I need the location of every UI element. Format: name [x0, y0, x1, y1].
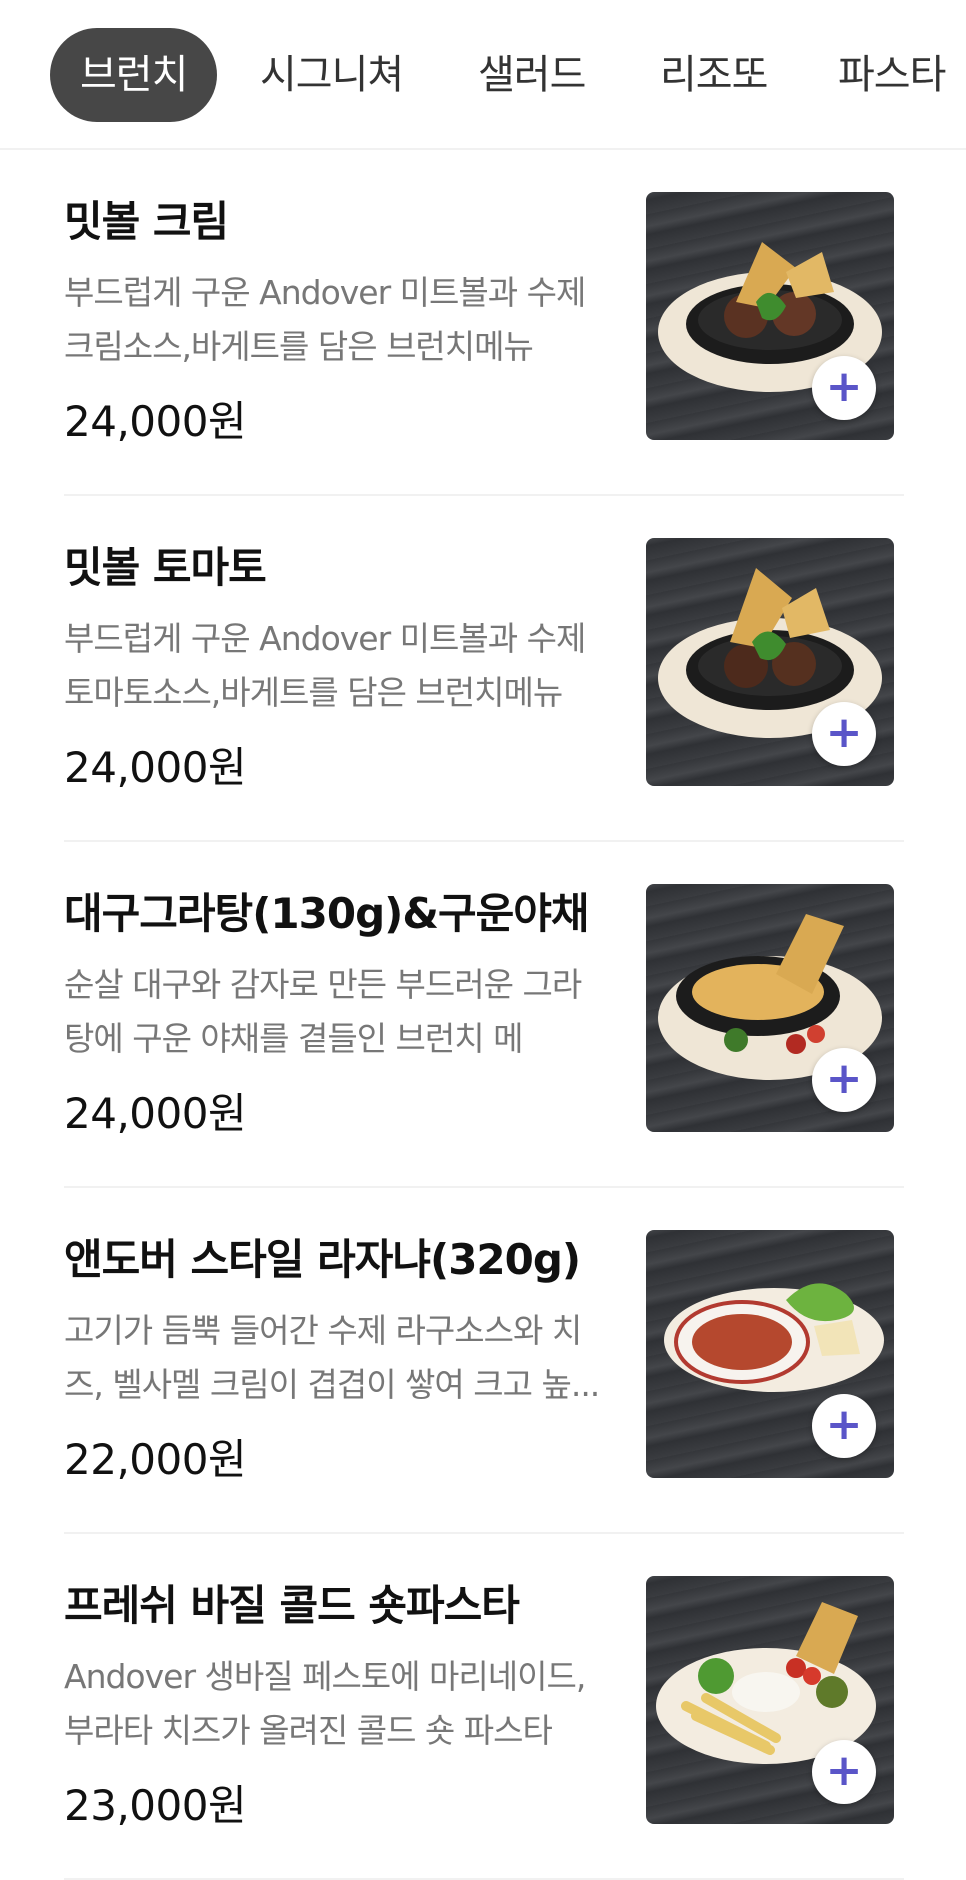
- menu-item-name: 밋볼 크림: [64, 197, 229, 246]
- tab-salad[interactable]: 샐러드: [478, 28, 586, 122]
- tab-pasta[interactable]: 파스타: [838, 28, 946, 122]
- tab-brunch[interactable]: 브런치: [50, 28, 218, 122]
- description-line: 고기가 듬뿍 들어간 수제 라구소스와 치: [64, 1311, 582, 1350]
- meatball-tomato-dish-image[interactable]: +: [646, 538, 894, 786]
- menu-item-description: 부드럽게 구운 Andover 미트볼과 수제 크림소스,바게트를 담은 브런치…: [64, 266, 624, 376]
- description-line: Andover 생바질 페스토에 마리네이드,: [64, 1657, 586, 1696]
- menu-item-name: 밋볼 토마토: [64, 543, 267, 592]
- category-tabs: 브런치 시그니쳐 샐러드 리조또 파스타: [0, 0, 966, 150]
- add-icon[interactable]: +: [812, 1048, 876, 1112]
- description-line: 순살 대구와 감자로 만든 부드러운 그라: [64, 965, 582, 1004]
- menu-item-description: 고기가 듬뿍 들어간 수제 라구소스와 치 즈, 벨사멜 크림이 겹겹이 쌓여 …: [64, 1304, 624, 1414]
- cod-gratin-dish-image[interactable]: +: [646, 884, 894, 1132]
- menu-item[interactable]: 밋볼 토마토 부드럽게 구운 Andover 미트볼과 수제 토마토소스,바게트…: [64, 496, 904, 842]
- tab-signature[interactable]: 시그니쳐: [260, 28, 404, 122]
- add-icon[interactable]: +: [812, 702, 876, 766]
- menu-item-description: Andover 생바질 페스토에 마리네이드, 부라타 치즈가 올려진 콜드 숏…: [64, 1650, 624, 1760]
- menu-item-name: 앤도버 스타일 라자냐(320g): [64, 1235, 581, 1284]
- menu-item-price: 23,000원: [64, 1781, 247, 1830]
- menu-item-price: 24,000원: [64, 1089, 247, 1138]
- menu-item-price: 24,000원: [64, 743, 247, 792]
- meatball-cream-dish-image[interactable]: +: [646, 192, 894, 440]
- description-line: 즈, 벨사멜 크림이 겹겹이 쌓여 크고 높...: [64, 1365, 600, 1404]
- add-icon[interactable]: +: [812, 1740, 876, 1804]
- description-line: 부라타 치즈가 올려진 콜드 숏 파스타: [64, 1711, 553, 1750]
- description-line: 부드럽게 구운 Andover 미트볼과 수제: [64, 273, 586, 312]
- description-line: 토마토소스,바게트를 담은 브런치메뉴: [64, 673, 563, 712]
- description-line: 크림소스,바게트를 담은 브런치메뉴: [64, 327, 534, 366]
- menu-item[interactable]: 밋볼 크림 부드럽게 구운 Andover 미트볼과 수제 크림소스,바게트를 …: [64, 150, 904, 496]
- add-icon[interactable]: +: [812, 356, 876, 420]
- tab-risotto[interactable]: 리조또: [660, 28, 768, 122]
- menu-item[interactable]: 앤도버 스타일 라자냐(320g) 고기가 듬뿍 들어간 수제 라구소스와 치 …: [64, 1188, 904, 1534]
- add-icon[interactable]: +: [812, 1394, 876, 1458]
- menu-item-description: 부드럽게 구운 Andover 미트볼과 수제 토마토소스,바게트를 담은 브런…: [64, 612, 624, 722]
- menu-item-name: 대구그라탕(130g)&구운야채: [64, 889, 590, 938]
- menu-item-name: 프레쉬 바질 콜드 숏파스타: [64, 1581, 520, 1630]
- menu-item-price: 24,000원: [64, 397, 247, 446]
- menu-item[interactable]: 프레쉬 바질 콜드 숏파스타 Andover 생바질 페스토에 마리네이드, 부…: [64, 1534, 904, 1880]
- menu-item-description: 순살 대구와 감자로 만든 부드러운 그라 탕에 구운 야채를 곁들인 브런치 …: [64, 958, 624, 1068]
- basil-pasta-dish-image[interactable]: +: [646, 1576, 894, 1824]
- lasagna-dish-image[interactable]: +: [646, 1230, 894, 1478]
- description-line: 부드럽게 구운 Andover 미트볼과 수제: [64, 619, 586, 658]
- menu-item-price: 22,000원: [64, 1435, 247, 1484]
- menu-item[interactable]: 대구그라탕(130g)&구운야채 순살 대구와 감자로 만든 부드러운 그라 탕…: [64, 842, 904, 1188]
- description-line: 탕에 구운 야채를 곁들인 브런치 메: [64, 1019, 524, 1058]
